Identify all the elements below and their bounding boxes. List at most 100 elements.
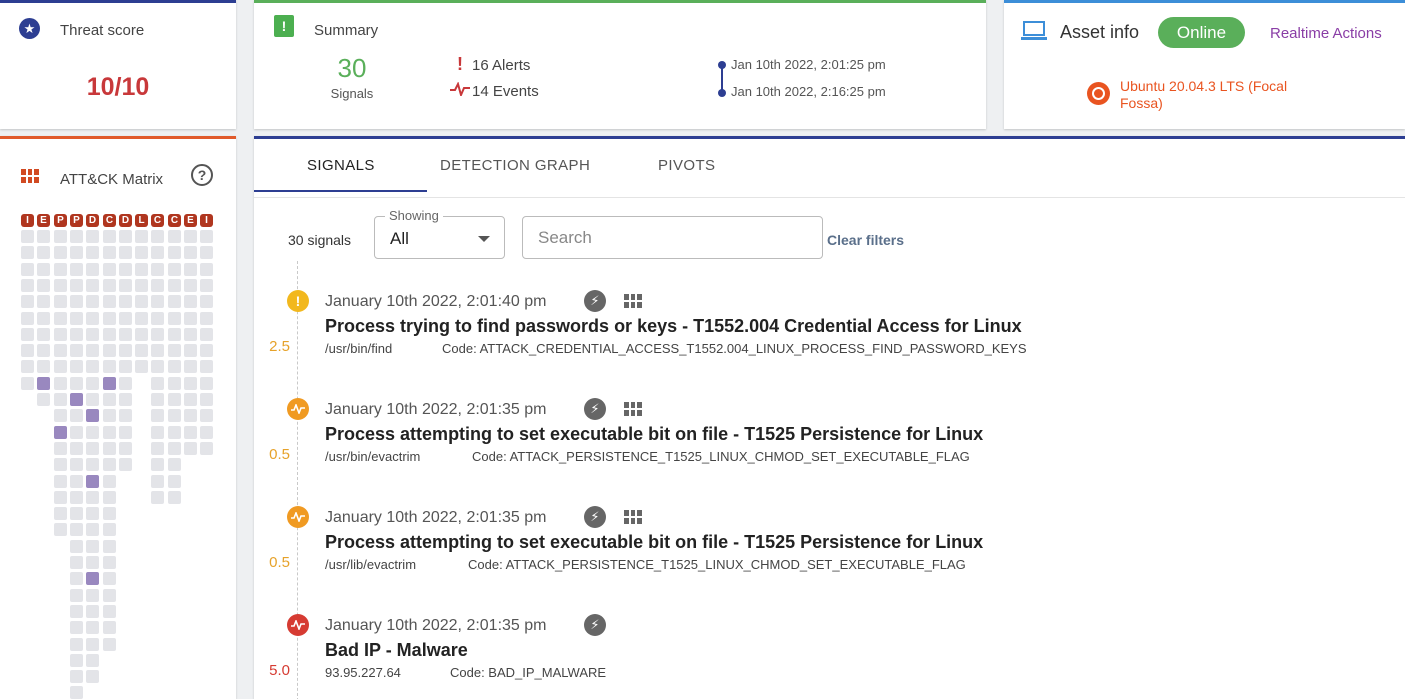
signal-row[interactable]: 0.5 January 10th 2022, 2:01:35 pm ⚡ Process… — [254, 506, 1405, 606]
matrix-cell[interactable] — [70, 621, 83, 634]
matrix-cell[interactable] — [151, 393, 164, 406]
matrix-cell[interactable] — [54, 491, 67, 504]
matrix-cell[interactable] — [70, 246, 83, 259]
matrix-cell[interactable] — [70, 295, 83, 308]
matrix-cell[interactable] — [135, 263, 148, 276]
matrix-cell[interactable] — [151, 328, 164, 341]
matrix-cell[interactable] — [86, 458, 99, 471]
matrix-cell[interactable] — [184, 360, 197, 373]
matrix-cell[interactable] — [151, 312, 164, 325]
matrix-cell[interactable] — [184, 426, 197, 439]
matrix-cell[interactable] — [21, 377, 34, 390]
matrix-cell[interactable] — [151, 360, 164, 373]
matrix-cell[interactable] — [151, 295, 164, 308]
matrix-cell-detected[interactable] — [54, 426, 67, 439]
matrix-cell[interactable] — [70, 686, 83, 699]
matrix-cell[interactable] — [103, 523, 116, 536]
matrix-cell[interactable] — [37, 295, 50, 308]
matrix-cell[interactable] — [21, 312, 34, 325]
matrix-cell[interactable] — [151, 377, 164, 390]
matrix-cell[interactable] — [70, 360, 83, 373]
signal-row[interactable]: ! 2.5 January 10th 2022, 2:01:40 pm ⚡ Proces… — [254, 290, 1405, 390]
matrix-cell[interactable] — [86, 507, 99, 520]
clear-filters-button[interactable]: Clear filters — [827, 232, 904, 248]
matrix-cell[interactable] — [200, 312, 213, 325]
matrix-cell[interactable] — [103, 426, 116, 439]
matrix-cell[interactable] — [119, 279, 132, 292]
matrix-cell[interactable] — [21, 295, 34, 308]
matrix-cell[interactable] — [86, 589, 99, 602]
matrix-cell[interactable] — [151, 442, 164, 455]
matrix-cell[interactable] — [86, 328, 99, 341]
matrix-cell[interactable] — [168, 491, 181, 504]
matrix-cell[interactable] — [151, 279, 164, 292]
matrix-cell[interactable] — [119, 246, 132, 259]
matrix-cell[interactable] — [103, 589, 116, 602]
matrix-cell[interactable] — [135, 230, 148, 243]
matrix-cell[interactable] — [135, 295, 148, 308]
matrix-cell[interactable] — [37, 312, 50, 325]
matrix-cell[interactable] — [200, 295, 213, 308]
matrix-cell[interactable] — [200, 393, 213, 406]
matrix-cell[interactable] — [54, 295, 67, 308]
matrix-column-header[interactable]: E — [184, 214, 197, 227]
matrix-cell[interactable] — [119, 377, 132, 390]
matrix-cell[interactable] — [21, 279, 34, 292]
matrix-cell[interactable] — [70, 426, 83, 439]
lightning-icon[interactable]: ⚡ — [584, 506, 606, 528]
matrix-cell[interactable] — [70, 344, 83, 357]
matrix-cell[interactable] — [151, 491, 164, 504]
matrix-cell[interactable] — [184, 312, 197, 325]
matrix-cell[interactable] — [119, 344, 132, 357]
matrix-cell[interactable] — [168, 377, 181, 390]
matrix-cell[interactable] — [103, 360, 116, 373]
matrix-cell[interactable] — [103, 230, 116, 243]
matrix-cell[interactable] — [70, 507, 83, 520]
matrix-cell[interactable] — [168, 360, 181, 373]
matrix-cell[interactable] — [168, 442, 181, 455]
matrix-cell[interactable] — [103, 263, 116, 276]
matrix-cell[interactable] — [119, 426, 132, 439]
matrix-cell[interactable] — [54, 458, 67, 471]
matrix-cell[interactable] — [135, 279, 148, 292]
matrix-cell[interactable] — [86, 360, 99, 373]
matrix-cell[interactable] — [151, 475, 164, 488]
matrix-cell[interactable] — [135, 344, 148, 357]
matrix-cell[interactable] — [119, 312, 132, 325]
matrix-cell[interactable] — [200, 263, 213, 276]
matrix-cell[interactable] — [54, 442, 67, 455]
matrix-cell[interactable] — [151, 246, 164, 259]
matrix-cell[interactable] — [168, 295, 181, 308]
matrix-cell[interactable] — [86, 426, 99, 439]
matrix-cell[interactable] — [70, 230, 83, 243]
matrix-cell[interactable] — [70, 279, 83, 292]
matrix-cell[interactable] — [54, 393, 67, 406]
matrix-cell[interactable] — [86, 670, 99, 683]
matrix-grid-icon[interactable] — [624, 510, 642, 524]
matrix-cell[interactable] — [21, 344, 34, 357]
matrix-cell[interactable] — [103, 507, 116, 520]
matrix-cell[interactable] — [168, 393, 181, 406]
matrix-cell[interactable] — [200, 409, 213, 422]
matrix-cell-detected[interactable] — [86, 409, 99, 422]
matrix-cell[interactable] — [70, 458, 83, 471]
matrix-cell[interactable] — [103, 540, 116, 553]
matrix-cell[interactable] — [21, 230, 34, 243]
matrix-cell[interactable] — [168, 279, 181, 292]
matrix-cell[interactable] — [70, 540, 83, 553]
matrix-cell[interactable] — [86, 377, 99, 390]
matrix-cell-detected[interactable] — [37, 377, 50, 390]
matrix-cell[interactable] — [54, 344, 67, 357]
matrix-cell[interactable] — [54, 377, 67, 390]
matrix-cell[interactable] — [70, 475, 83, 488]
matrix-grid-icon[interactable] — [624, 294, 642, 308]
matrix-cell[interactable] — [103, 605, 116, 618]
matrix-cell[interactable] — [103, 442, 116, 455]
matrix-cell[interactable] — [70, 491, 83, 504]
matrix-cell[interactable] — [54, 312, 67, 325]
matrix-cell[interactable] — [54, 328, 67, 341]
matrix-cell[interactable] — [103, 556, 116, 569]
matrix-cell[interactable] — [103, 295, 116, 308]
signal-name[interactable]: Process attempting to set executable bit… — [325, 424, 983, 445]
matrix-cell[interactable] — [200, 230, 213, 243]
